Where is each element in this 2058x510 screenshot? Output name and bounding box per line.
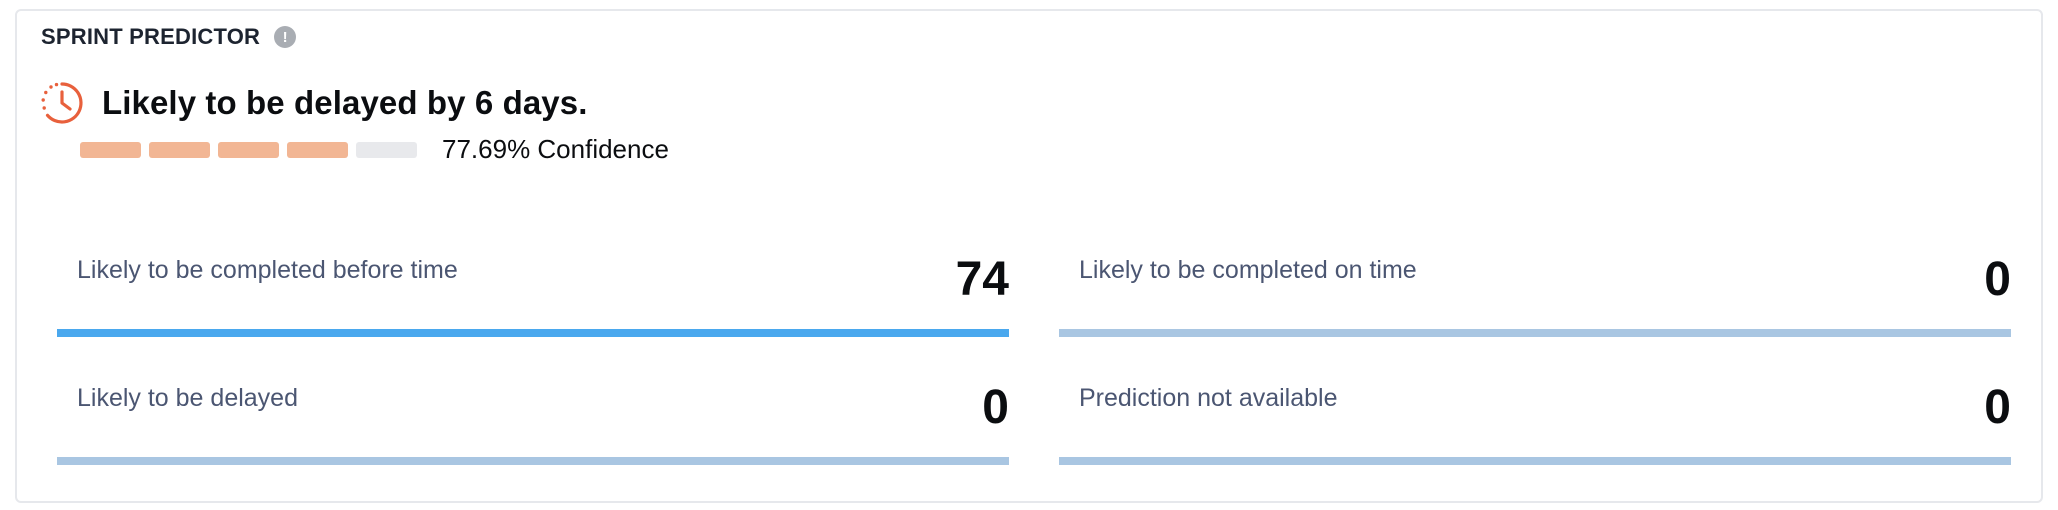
info-icon[interactable]: ! <box>274 26 297 48</box>
prediction-summary: Likely to be delayed by 6 days. <box>39 80 587 126</box>
card-header: SPRINT PREDICTOR ! <box>41 24 297 50</box>
stat-value: 74 <box>955 253 1009 306</box>
confidence-segment <box>356 141 417 158</box>
stat-value: 0 <box>1984 253 2011 306</box>
stat-progress-fill <box>57 329 1009 337</box>
stat-value: 0 <box>982 381 1009 434</box>
card-title: SPRINT PREDICTOR <box>41 24 261 49</box>
confidence-segment <box>149 141 210 158</box>
stat-completed-on-time: Likely to be completed on time 0 <box>1059 256 2011 356</box>
confidence-segment <box>80 141 141 158</box>
stat-progress-bar <box>1059 329 2011 337</box>
confidence-row: 77.69% Confidence <box>80 134 669 165</box>
stat-delayed: Likely to be delayed 0 <box>57 384 1009 484</box>
stat-label: Likely to be delayed <box>77 384 298 412</box>
stat-progress-bar <box>57 329 1009 337</box>
stat-prediction-not-available: Prediction not available 0 <box>1059 384 2011 484</box>
stat-label: Likely to be completed on time <box>1079 256 1417 284</box>
confidence-segment <box>218 141 279 158</box>
clock-delay-icon <box>41 82 83 124</box>
stat-label: Prediction not available <box>1079 384 1338 412</box>
stat-progress-bar <box>1059 457 2011 465</box>
stat-progress-bar <box>57 457 1009 465</box>
confidence-text: 77.69% Confidence <box>442 134 669 164</box>
prediction-text: Likely to be delayed by 6 days. <box>102 84 588 121</box>
stat-value: 0 <box>1984 381 2011 434</box>
confidence-segment <box>287 141 348 158</box>
stat-completed-before-time: Likely to be completed before time 74 <box>57 256 1009 356</box>
stat-label: Likely to be completed before time <box>77 256 458 284</box>
